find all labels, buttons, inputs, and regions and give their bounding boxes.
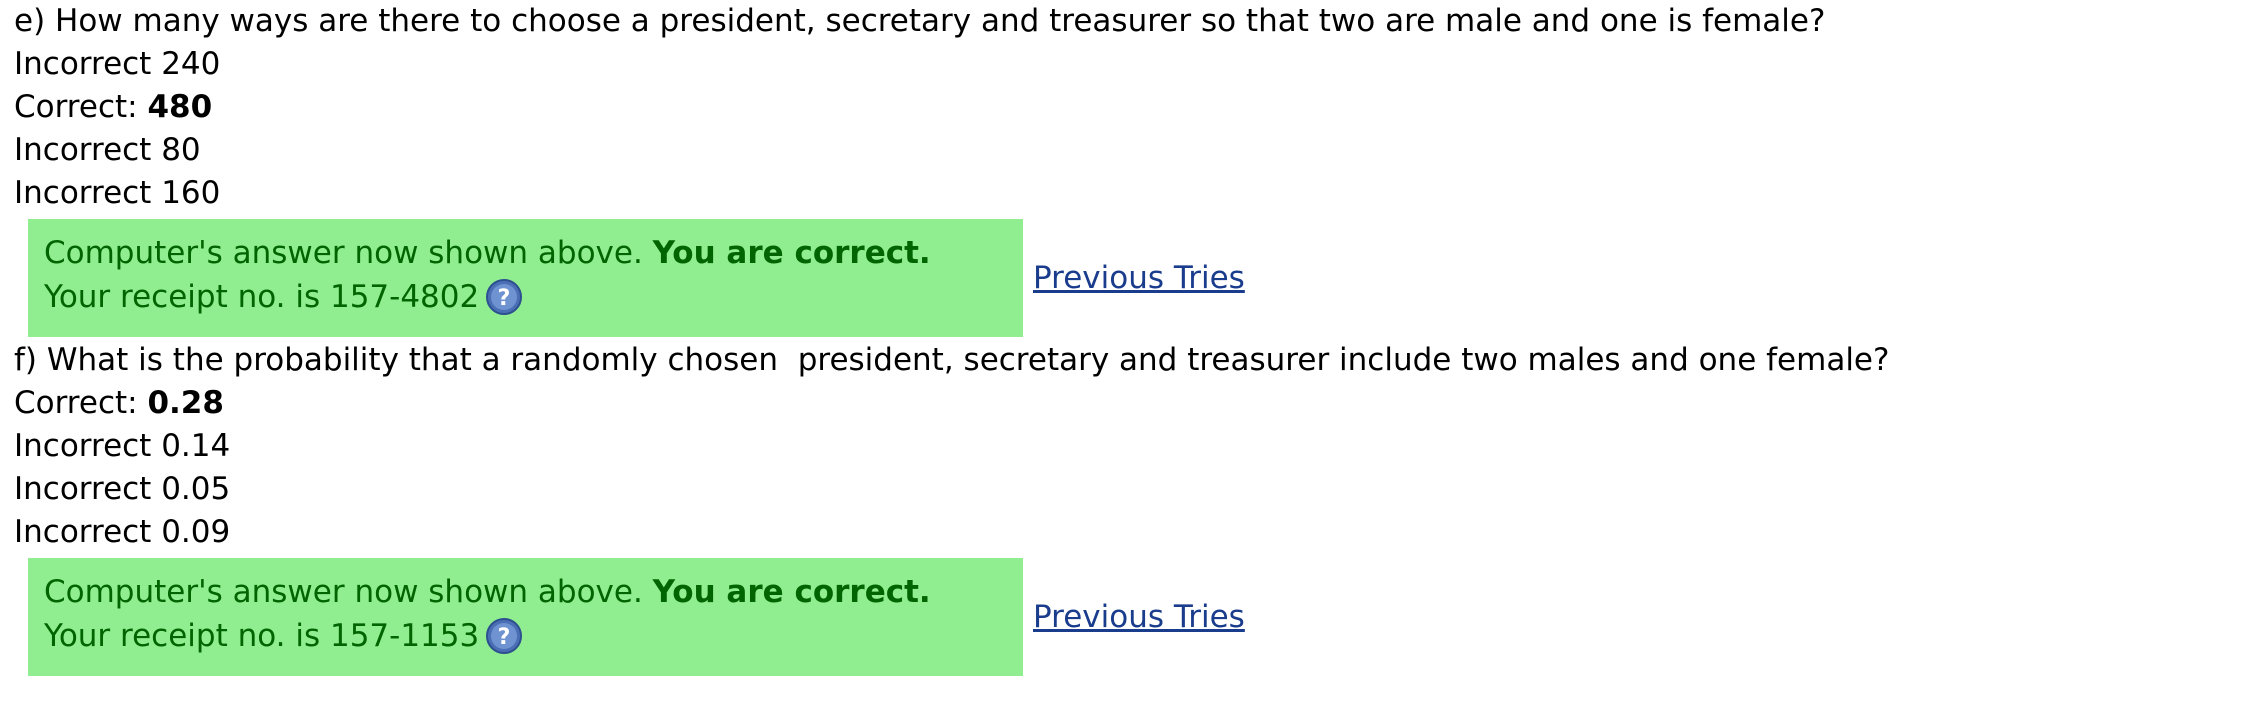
option-status: Incorrect <box>14 471 152 507</box>
correct-message: You are correct. <box>652 574 931 610</box>
option-value: 0.05 <box>161 471 231 507</box>
previous-tries-link[interactable]: Previous Tries <box>1033 599 1245 635</box>
receipt-text: Your receipt no. is 157-1153 <box>44 618 480 654</box>
help-question-icon[interactable]: ? <box>485 617 523 655</box>
option-value: 240 <box>161 46 221 82</box>
answer-option: Incorrect 0.14 <box>14 425 2234 468</box>
answer-option-correct: Correct: 480 <box>14 86 2234 129</box>
option-status: Correct: <box>14 89 138 125</box>
option-value: 0.14 <box>161 428 231 464</box>
feedback-box: Computer's answer now shown above. You a… <box>28 219 1023 337</box>
answer-option: Incorrect 0.09 <box>14 511 2234 554</box>
option-value: 0.09 <box>161 514 231 550</box>
previous-tries-link[interactable]: Previous Tries <box>1033 260 1245 296</box>
option-status: Incorrect <box>14 428 152 464</box>
feedback-row: Computer's answer now shown above. You a… <box>28 558 2234 676</box>
part-e: e) How many ways are there to choose a p… <box>14 0 2234 337</box>
svg-text:?: ? <box>498 286 511 311</box>
svg-text:?: ? <box>498 625 511 650</box>
option-value: 160 <box>161 175 221 211</box>
part-f: f) What is the probability that a random… <box>14 339 2234 676</box>
question-text: e) How many ways are there to choose a p… <box>14 3 1826 39</box>
question-text: f) What is the probability that a random… <box>14 342 1890 378</box>
option-status: Correct: <box>14 385 138 421</box>
option-status: Incorrect <box>14 175 152 211</box>
option-status: Incorrect <box>14 514 152 550</box>
feedback-message: Computer's answer now shown above. <box>44 574 653 610</box>
feedback-row: Computer's answer now shown above. You a… <box>28 219 2234 337</box>
option-value: 80 <box>161 132 201 168</box>
help-question-icon[interactable]: ? <box>485 278 523 316</box>
answer-option-correct: Correct: 0.28 <box>14 382 2234 425</box>
problem-page: e) How many ways are there to choose a p… <box>14 0 2234 676</box>
answer-option: Incorrect 0.05 <box>14 468 2234 511</box>
feedback-box: Computer's answer now shown above. You a… <box>28 558 1023 676</box>
option-value: 0.28 <box>147 385 224 421</box>
answer-option: Incorrect 240 <box>14 43 2234 86</box>
option-status: Incorrect <box>14 46 152 82</box>
answer-option: Incorrect 160 <box>14 172 2234 215</box>
feedback-message: Computer's answer now shown above. <box>44 235 653 271</box>
answer-option: Incorrect 80 <box>14 129 2234 172</box>
option-status: Incorrect <box>14 132 152 168</box>
receipt-text: Your receipt no. is 157-4802 <box>44 279 480 315</box>
correct-message: You are correct. <box>652 235 931 271</box>
option-value: 480 <box>147 89 213 125</box>
